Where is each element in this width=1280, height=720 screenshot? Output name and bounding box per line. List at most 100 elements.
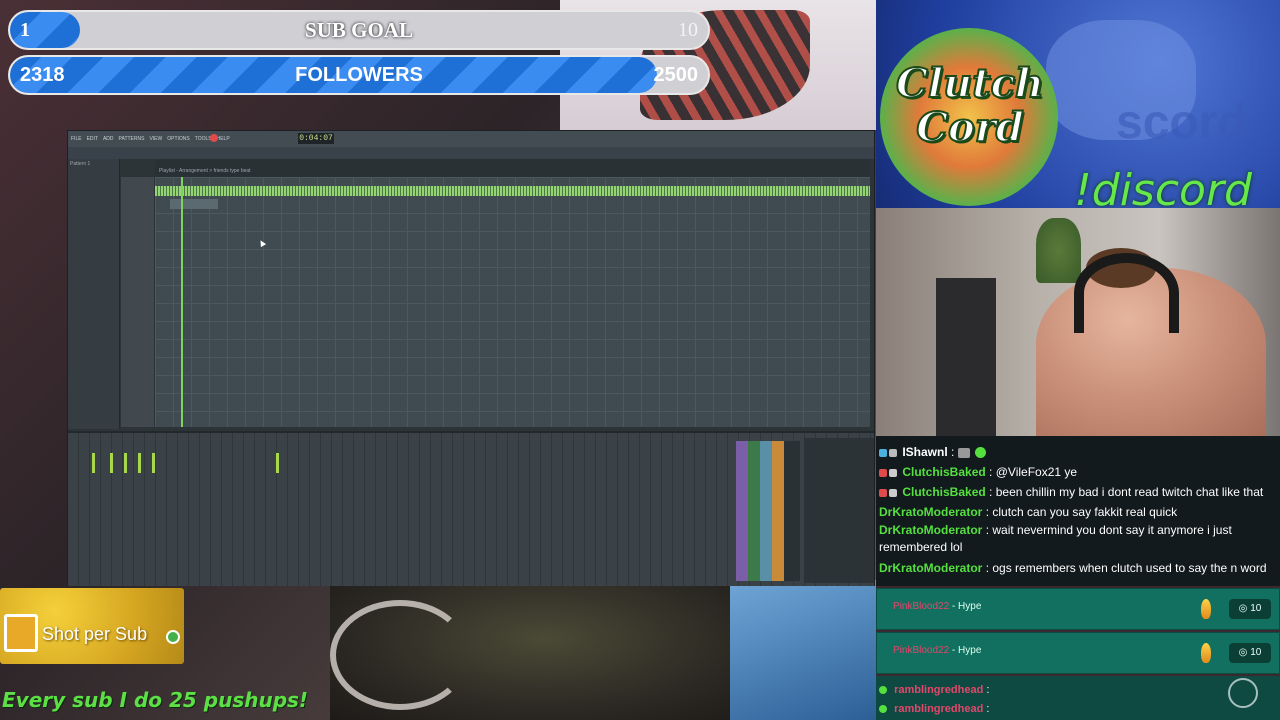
chat-separator: : bbox=[951, 445, 955, 459]
chat-separator: : bbox=[989, 485, 993, 499]
chat-separator: : bbox=[985, 561, 990, 575]
daw-menubar[interactable]: FILE EDIT ADD PATTERNS VIEW OPTIONS TOOL… bbox=[68, 131, 874, 147]
hype-points-value: 10 bbox=[1250, 647, 1262, 658]
mixer-panel[interactable] bbox=[68, 431, 874, 586]
followers-goal-title: FOLLOWERS bbox=[295, 64, 423, 86]
menu-edit[interactable]: EDIT bbox=[87, 136, 98, 142]
chat-username: ClutchisBaked bbox=[902, 485, 986, 499]
sub-goal-bar: 1 SUB GOAL 10 bbox=[8, 10, 710, 50]
playlist-header[interactable]: Playlist - Arrangement > friends type be… bbox=[155, 159, 870, 177]
daw-toolbar[interactable] bbox=[68, 147, 874, 159]
mixer-master-strips[interactable] bbox=[736, 441, 800, 581]
hype-username: PinkBlood22 bbox=[893, 601, 950, 612]
badge-icon bbox=[889, 488, 897, 497]
song-time-display: 0:04:07 bbox=[298, 133, 334, 144]
playhead-marker[interactable] bbox=[181, 177, 183, 427]
webcam-feed bbox=[876, 208, 1280, 436]
menu-help[interactable]: HELP bbox=[217, 136, 230, 142]
emote-icon bbox=[957, 447, 970, 458]
chat-text: been chillin my bad i dont read twitch c… bbox=[995, 485, 1264, 499]
hype-flame-icon bbox=[1201, 643, 1211, 663]
audio-clip-waveform[interactable] bbox=[155, 186, 870, 196]
pushups-text: Every sub I do 25 pushups! bbox=[2, 688, 309, 712]
mixer-level-meter bbox=[276, 453, 279, 473]
chat-separator: : bbox=[989, 465, 993, 479]
hype-dash: - bbox=[949, 645, 959, 656]
hype-alert: PinkBlood22 - Hype ◎ 10 bbox=[876, 632, 1280, 674]
stream-chat: IShawnl : ClutchisBaked : @VileFox21 ye … bbox=[876, 436, 1280, 586]
chat-message: ClutchisBaked : @VileFox21 ye bbox=[879, 462, 1277, 482]
chat-message: DrKratoModerator : clutch can you say fa… bbox=[879, 502, 1277, 522]
hype-points: ◎ 10 bbox=[1229, 643, 1271, 663]
mixer-level-meter bbox=[92, 453, 95, 473]
menu-add[interactable]: ADD bbox=[103, 136, 114, 142]
status-dot-icon bbox=[166, 630, 180, 644]
logo-line-1: Clutch bbox=[895, 60, 1045, 107]
clutch-cord-logo: Clutch Cord bbox=[880, 60, 1060, 151]
chat-separator: : bbox=[985, 505, 990, 519]
audio-clip-secondary[interactable] bbox=[170, 199, 218, 209]
sub-goal-title: SUB GOAL bbox=[305, 18, 413, 42]
verified-icon bbox=[879, 705, 887, 714]
broadcaster-badge-icon bbox=[879, 488, 887, 497]
chat-message: ramblingredhead : bbox=[879, 681, 1277, 700]
playlist-track-list[interactable] bbox=[121, 177, 154, 427]
badge-icon bbox=[879, 448, 887, 457]
menu-view[interactable]: VIEW bbox=[149, 136, 162, 142]
daw-window[interactable]: FILE EDIT ADD PATTERNS VIEW OPTIONS TOOL… bbox=[67, 130, 875, 586]
chat-separator: : bbox=[985, 523, 990, 537]
hype-points: ◎ 10 bbox=[1229, 599, 1271, 619]
playlist-grid[interactable] bbox=[155, 177, 870, 427]
shot-per-sub-banner: Shot per Sub bbox=[0, 588, 184, 664]
hype-alert: PinkBlood22 - Hype ◎ 10 bbox=[876, 588, 1280, 630]
hype-row-text: PinkBlood22 - Hype bbox=[893, 645, 981, 656]
discord-banner: scord Clutch Cord !discord bbox=[876, 0, 1280, 208]
chat-message: DrKratoModerator : wait nevermind you do… bbox=[879, 522, 1277, 556]
chat-separator: : bbox=[986, 684, 990, 696]
chat-message: IShawnl : bbox=[879, 442, 1277, 462]
chat-username: IShawnl bbox=[902, 445, 948, 459]
menu-file[interactable]: FILE bbox=[71, 136, 82, 142]
followers-goal-bar: 2318 FOLLOWERS 2500 bbox=[8, 55, 710, 95]
mixer-level-meter bbox=[138, 453, 141, 473]
badge-icon bbox=[889, 448, 897, 457]
beer-mug-icon bbox=[4, 614, 38, 652]
daw-browser-sidebar[interactable]: Pattern 1 bbox=[68, 159, 120, 429]
webcam-shelf bbox=[936, 278, 996, 436]
chat-username: DrKratoModerator bbox=[879, 561, 983, 575]
hype-text: Hype bbox=[958, 645, 982, 656]
chat-username: DrKratoModerator bbox=[879, 523, 983, 537]
menu-options[interactable]: OPTIONS bbox=[167, 136, 190, 142]
background-swirl bbox=[330, 600, 470, 710]
chat-message: ramblingredhead : bbox=[879, 700, 1277, 719]
broadcaster-badge-icon bbox=[879, 468, 887, 477]
hype-flame-icon bbox=[1201, 599, 1211, 619]
discord-command: !discord bbox=[1074, 165, 1252, 208]
headphones-icon bbox=[1074, 253, 1179, 333]
mixer-insert-panel[interactable] bbox=[804, 438, 874, 583]
hype-row-text: PinkBlood22 - Hype bbox=[893, 601, 981, 612]
followers-goal-target: 2500 bbox=[653, 64, 699, 86]
mixer-level-meter bbox=[110, 453, 113, 473]
chat-text: ogs remembers when clutch used to say th… bbox=[992, 561, 1267, 575]
badge-icon bbox=[889, 468, 897, 477]
hype-dash: - bbox=[949, 601, 959, 612]
chat-username: DrKratoModerator bbox=[879, 505, 983, 519]
record-button[interactable] bbox=[210, 134, 218, 142]
hype-points-value: 10 bbox=[1250, 603, 1262, 614]
chat-text: @VileFox21 ye bbox=[995, 465, 1078, 479]
mixer-level-meter bbox=[124, 453, 127, 473]
sub-goal-target: 10 bbox=[678, 19, 698, 41]
mixer-level-meter bbox=[152, 453, 155, 473]
discord-background-word: scord bbox=[1116, 96, 1247, 149]
chat-separator: : bbox=[986, 703, 990, 715]
menu-patterns[interactable]: PATTERNS bbox=[119, 136, 145, 142]
hype-text: Hype bbox=[958, 601, 982, 612]
wolf-logo-icon bbox=[1228, 678, 1258, 708]
logo-line-2: Cord bbox=[915, 104, 1025, 151]
chat-message: DrKratoModerator : ogs remembers when cl… bbox=[879, 558, 1277, 578]
playlist-title: Playlist - Arrangement > friends type be… bbox=[159, 168, 251, 174]
chat-username: ramblingredhead bbox=[894, 703, 984, 715]
pattern-label[interactable]: Pattern 1 bbox=[68, 159, 119, 169]
chat-username: ClutchisBaked bbox=[902, 465, 986, 479]
